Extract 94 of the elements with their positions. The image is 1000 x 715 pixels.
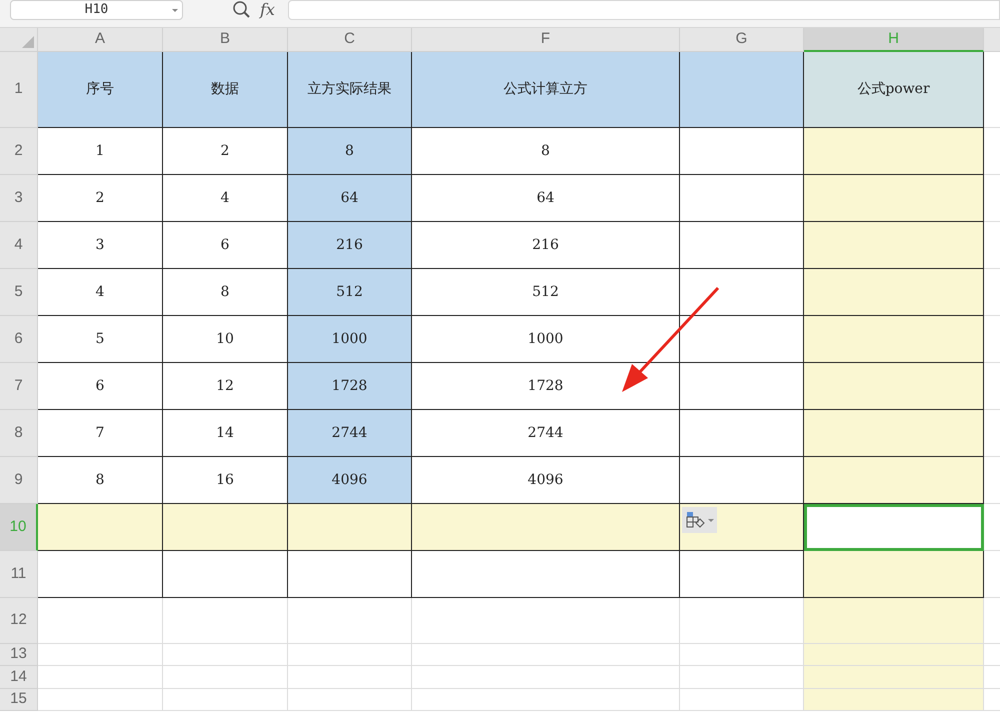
table-cell[interactable] xyxy=(680,175,804,222)
table-cell[interactable] xyxy=(680,128,804,175)
table-cell[interactable] xyxy=(680,457,804,504)
table-cell[interactable]: 14 xyxy=(163,410,288,457)
table-cell[interactable]: 2 xyxy=(163,128,288,175)
table-cell[interactable]: 16 xyxy=(163,457,288,504)
column-header[interactable]: C xyxy=(288,28,412,52)
table-cell[interactable] xyxy=(804,128,984,175)
table-cell[interactable] xyxy=(412,551,680,598)
table-cell[interactable]: 4096 xyxy=(412,457,680,504)
table-cell[interactable] xyxy=(680,52,804,128)
table-cell[interactable] xyxy=(804,175,984,222)
table-cell[interactable] xyxy=(804,269,984,316)
table-cell[interactable]: 8 xyxy=(38,457,163,504)
table-cell[interactable] xyxy=(680,316,804,363)
table-cell[interactable]: 8 xyxy=(288,128,412,175)
row-header[interactable]: 2 xyxy=(0,128,38,175)
row-header[interactable]: 8 xyxy=(0,410,38,457)
row-header[interactable]: 3 xyxy=(0,175,38,222)
table-cell[interactable] xyxy=(804,363,984,410)
table-cell[interactable]: 64 xyxy=(288,175,412,222)
table-cell[interactable] xyxy=(680,222,804,269)
paste-table-icon xyxy=(686,511,706,529)
function-label[interactable]: fx xyxy=(260,0,275,20)
row-header[interactable]: 13 xyxy=(0,644,38,666)
table-cell[interactable]: 12 xyxy=(163,363,288,410)
table-cell[interactable]: 6 xyxy=(38,363,163,410)
table-cell[interactable] xyxy=(38,504,163,551)
row-header[interactable]: 6 xyxy=(0,316,38,363)
table-cell[interactable] xyxy=(680,363,804,410)
paste-options-button[interactable] xyxy=(682,507,717,533)
table-cell[interactable]: 512 xyxy=(412,269,680,316)
table-cell[interactable]: 立方实际结果 xyxy=(288,52,412,128)
row-header[interactable]: 5 xyxy=(0,269,38,316)
row-header[interactable]: 15 xyxy=(0,689,38,711)
table-cell[interactable]: 3 xyxy=(38,222,163,269)
caret-icon xyxy=(708,518,714,522)
table-cell[interactable] xyxy=(804,457,984,504)
name-box[interactable]: H10 xyxy=(10,0,183,20)
table-cell[interactable]: 8 xyxy=(163,269,288,316)
row-header[interactable]: 14 xyxy=(0,666,38,689)
row-header[interactable]: 12 xyxy=(0,598,38,644)
row-header[interactable]: 9 xyxy=(0,457,38,504)
table-cell[interactable]: 1 xyxy=(38,128,163,175)
column-header[interactable]: A xyxy=(38,28,163,52)
table-cell[interactable] xyxy=(163,551,288,598)
table-cell[interactable] xyxy=(804,410,984,457)
table-cell[interactable] xyxy=(38,551,163,598)
table-cell[interactable] xyxy=(412,504,680,551)
table-cell[interactable] xyxy=(163,504,288,551)
column-header[interactable]: G xyxy=(680,28,804,52)
table-cell[interactable]: 512 xyxy=(288,269,412,316)
table-cell[interactable]: 1728 xyxy=(412,363,680,410)
active-cell[interactable] xyxy=(804,504,984,551)
table-cell[interactable]: 8 xyxy=(412,128,680,175)
table-cell[interactable]: 1728 xyxy=(288,363,412,410)
table-cell[interactable]: 6 xyxy=(163,222,288,269)
table-cell[interactable]: 1000 xyxy=(288,316,412,363)
select-all-corner[interactable] xyxy=(0,28,38,52)
table-cell[interactable]: 4 xyxy=(163,175,288,222)
column-header[interactable]: B xyxy=(163,28,288,52)
table-cell[interactable] xyxy=(680,410,804,457)
table-cell[interactable]: 2744 xyxy=(288,410,412,457)
table-cell[interactable]: 公式power xyxy=(804,52,984,128)
row-header[interactable]: 1 xyxy=(0,52,38,128)
column-header[interactable] xyxy=(984,28,1000,52)
dropdown-caret-icon xyxy=(172,9,178,12)
table-cell[interactable]: 4096 xyxy=(288,457,412,504)
table-cell[interactable]: 数据 xyxy=(163,52,288,128)
row-header[interactable]: 7 xyxy=(0,363,38,410)
zoom-icon[interactable] xyxy=(232,1,252,19)
table-cell[interactable]: 64 xyxy=(412,175,680,222)
table-cell[interactable]: 7 xyxy=(38,410,163,457)
table-cell[interactable] xyxy=(288,504,412,551)
table-cell[interactable]: 2744 xyxy=(412,410,680,457)
formula-input-field[interactable] xyxy=(288,0,1000,20)
table-cell[interactable]: 4 xyxy=(38,269,163,316)
table-cell[interactable] xyxy=(804,551,984,598)
table-cell[interactable] xyxy=(804,222,984,269)
table-cell[interactable] xyxy=(804,316,984,363)
table-cell[interactable]: 公式计算立方 xyxy=(412,52,680,128)
column-header[interactable]: F xyxy=(412,28,680,52)
table-cell[interactable] xyxy=(680,551,804,598)
table-cell[interactable]: 216 xyxy=(288,222,412,269)
table-cell[interactable] xyxy=(288,551,412,598)
row-header[interactable]: 11 xyxy=(0,551,38,598)
table-cell[interactable]: 2 xyxy=(38,175,163,222)
table-cell[interactable]: 序号 xyxy=(38,52,163,128)
table-cell[interactable]: 10 xyxy=(163,316,288,363)
table-cell[interactable]: 216 xyxy=(412,222,680,269)
table-cell[interactable] xyxy=(680,269,804,316)
table-cell[interactable]: 1000 xyxy=(412,316,680,363)
table-cell[interactable]: 5 xyxy=(38,316,163,363)
row-header[interactable]: 4 xyxy=(0,222,38,269)
